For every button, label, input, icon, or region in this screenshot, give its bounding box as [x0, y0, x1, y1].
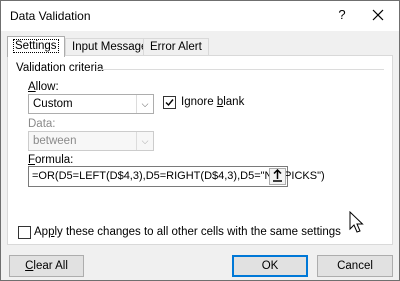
ignore-blank-label[interactable]: Ignore blank: [181, 96, 244, 108]
mouse-cursor-icon: [349, 211, 364, 233]
tab-input-message-label: Input Message: [72, 41, 148, 53]
formula-input[interactable]: =OR(D5=LEFT(D$4,3),D5=RIGHT(D$4,3),D5="N…: [28, 166, 325, 187]
group-divider: [96, 69, 384, 70]
title-bar: Data Validation ?: [1, 1, 399, 31]
chevron-down-icon: ⌵: [136, 132, 153, 150]
tab-error-alert[interactable]: Error Alert: [143, 38, 209, 55]
tab-error-alert-label: Error Alert: [150, 41, 202, 53]
ok-button[interactable]: OK: [232, 255, 308, 277]
close-button[interactable]: [367, 4, 389, 26]
checkmark-icon: [165, 99, 174, 107]
dialog-title: Data Validation: [10, 9, 91, 23]
tab-settings-label: Settings: [13, 39, 59, 53]
allow-select-value: Custom: [33, 98, 73, 110]
ignore-blank-checkbox[interactable]: [163, 96, 176, 109]
formula-label: Formula:: [28, 154, 74, 166]
data-select-value: between: [33, 135, 77, 147]
chevron-down-icon[interactable]: ⌵: [136, 95, 153, 113]
range-select-button[interactable]: [269, 168, 286, 185]
close-icon: [372, 9, 384, 21]
collapse-dialog-icon: [273, 168, 282, 182]
settings-panel: Validation criteria Allow: Custom ⌵ Igno…: [7, 55, 393, 245]
help-button[interactable]: ?: [331, 4, 353, 26]
allow-label: Allow:: [28, 81, 59, 93]
apply-all-label[interactable]: Apply these changes to all other cells w…: [34, 226, 341, 238]
apply-all-checkbox[interactable]: [18, 226, 31, 239]
allow-select[interactable]: Custom ⌵: [28, 94, 154, 114]
validation-criteria-label: Validation criteria: [16, 62, 104, 74]
tab-settings[interactable]: Settings: [7, 36, 65, 57]
tab-input-message[interactable]: Input Message: [65, 38, 155, 55]
data-validation-dialog: Data Validation ? Settings Input Message…: [0, 0, 400, 281]
data-label: Data:: [28, 118, 56, 130]
cancel-button[interactable]: Cancel: [317, 255, 393, 277]
data-select: between ⌵: [28, 131, 154, 151]
clear-all-button[interactable]: Clear All: [9, 255, 84, 277]
